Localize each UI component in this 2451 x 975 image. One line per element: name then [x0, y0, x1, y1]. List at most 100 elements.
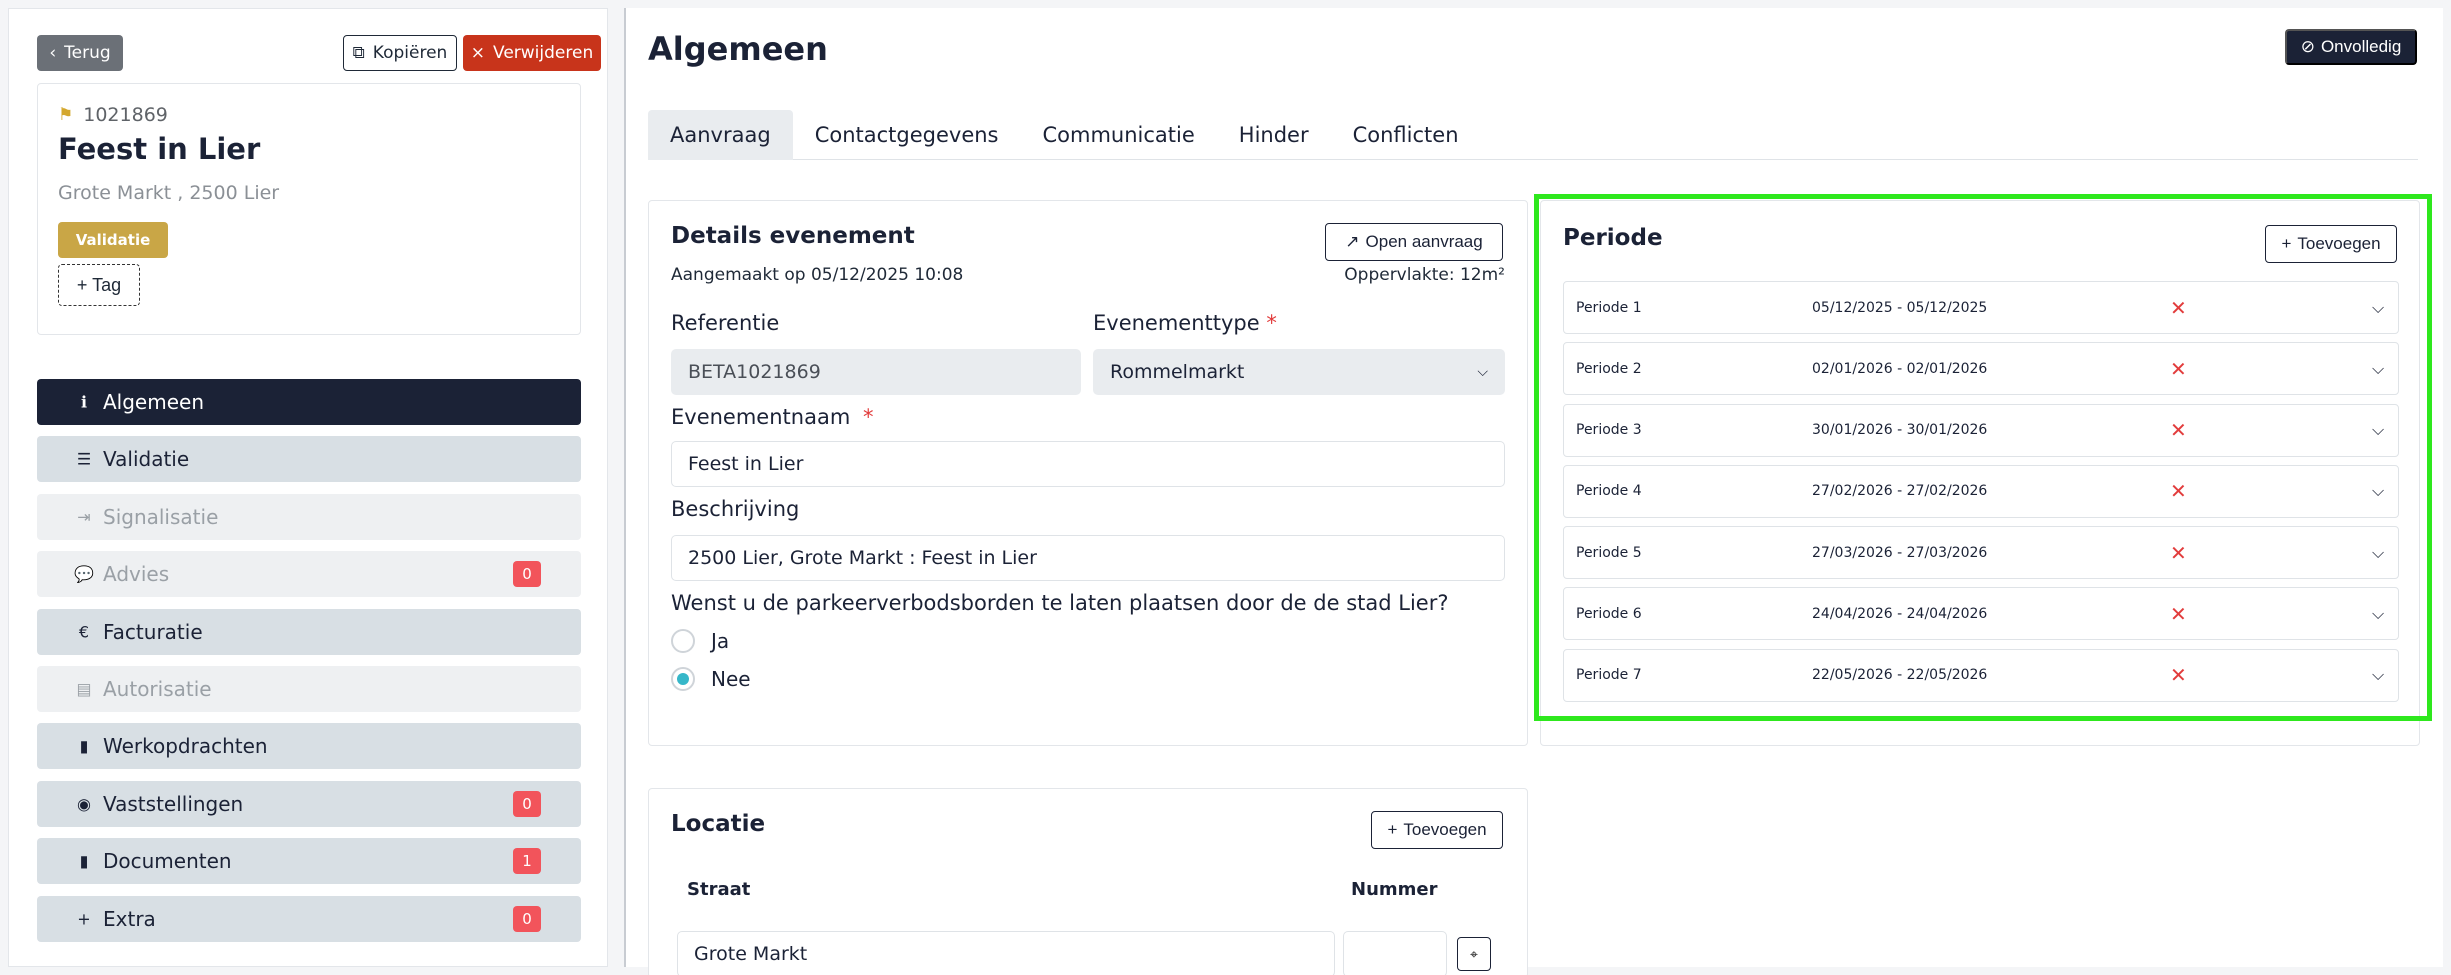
delete-icon[interactable]: ✕: [2170, 541, 2187, 565]
evenementtype-select[interactable]: Rommelmarkt ⌵: [1093, 349, 1505, 395]
radio-ja[interactable]: Ja: [671, 629, 729, 653]
delete-icon[interactable]: ✕: [2170, 357, 2187, 381]
details-card: Details evenement ↗ Open aanvraag Aangem…: [648, 200, 1528, 746]
evenementnaam-label: Evenementnaam *: [671, 405, 873, 429]
sidebar-item-label: Algemeen: [103, 390, 205, 414]
tab-hinder[interactable]: Hinder: [1217, 110, 1331, 160]
sidebar-item-advies[interactable]: 💬 Advies 0: [37, 551, 581, 598]
status-button[interactable]: ⊘ Onvolledig: [2285, 29, 2417, 65]
chevron-down-icon[interactable]: ⌵: [2372, 604, 2384, 624]
area-text: Oppervlakte: 12m²: [1344, 265, 1505, 285]
chevron-down-icon[interactable]: ⌵: [2372, 481, 2384, 501]
tab-aanvraag[interactable]: Aanvraag: [648, 110, 793, 160]
periode-name: Periode 7: [1576, 667, 1642, 684]
add-locatie-button[interactable]: + Toevoegen: [1371, 811, 1503, 849]
delete-icon[interactable]: ✕: [2170, 479, 2187, 503]
radio-ja-circle[interactable]: [671, 629, 695, 653]
sidebar-item-signalisatie[interactable]: ⇥ Signalisatie: [37, 493, 581, 540]
details-title: Details evenement: [671, 223, 915, 249]
tab-conflicten[interactable]: Conflicten: [1331, 110, 1481, 160]
evenementtype-label: Evenementtype *: [1093, 311, 1277, 335]
col-nummer: Nummer: [1351, 879, 1438, 900]
open-request-button[interactable]: ↗ Open aanvraag: [1325, 223, 1503, 261]
count-badge: 0: [513, 790, 541, 817]
required-mark: *: [1266, 311, 1277, 335]
crosshair-icon: ⌖: [1470, 945, 1478, 962]
plus-icon: +: [1387, 820, 1398, 839]
chevron-down-icon[interactable]: ⌵: [2372, 665, 2384, 685]
beschrijving-input[interactable]: 2500 Lier, Grote Markt : Feest in Lier: [671, 535, 1505, 581]
back-button[interactable]: ‹ Terug: [37, 35, 123, 71]
sidebar: ‹ Terug ⧉ Kopiëren × Verwijderen ⚑ 10218…: [8, 8, 608, 967]
tab-contactgegevens[interactable]: Contactgegevens: [793, 110, 1021, 160]
file-lock-icon: ▤: [76, 679, 92, 699]
sidebar-item-extra[interactable]: + Extra 0: [37, 895, 581, 942]
periode-name: Periode 6: [1576, 605, 1642, 622]
add-periode-button[interactable]: + Toevoegen: [2265, 225, 2397, 263]
locate-button[interactable]: ⌖: [1457, 937, 1491, 971]
flag-icon: ⚑: [58, 105, 74, 125]
delete-icon[interactable]: ✕: [2170, 296, 2187, 320]
sidebar-item-label: Autorisatie: [103, 676, 212, 701]
tab-communicatie[interactable]: Communicatie: [1021, 110, 1217, 160]
radio-nee[interactable]: Nee: [671, 667, 751, 691]
beschrijving-label: Beschrijving: [671, 497, 800, 521]
nummer-input[interactable]: [1343, 931, 1447, 975]
sidebar-item-vaststellingen[interactable]: ◉ Vaststellingen 0: [37, 780, 581, 827]
periode-row[interactable]: Periode 2 02/01/2026 - 02/01/2026 ✕ ⌵: [1563, 342, 2399, 396]
evenementnaam-input[interactable]: Feest in Lier: [671, 441, 1505, 487]
copy-button[interactable]: ⧉ Kopiëren: [343, 35, 457, 71]
chevron-down-icon[interactable]: ⌵: [2372, 298, 2384, 318]
radio-nee-circle[interactable]: [671, 667, 695, 691]
sidebar-item-autorisatie[interactable]: ▤ Autorisatie: [37, 665, 581, 712]
referentie-label: Referentie: [671, 311, 780, 335]
evenementtype-value: Rommelmarkt: [1110, 361, 1245, 383]
count-badge: 1: [513, 848, 541, 875]
chevron-down-icon[interactable]: ⌵: [2372, 359, 2384, 379]
delete-icon[interactable]: ✕: [2170, 418, 2187, 442]
sidebar-item-label: Facturatie: [103, 619, 203, 644]
periode-row[interactable]: Periode 5 27/03/2026 - 27/03/2026 ✕ ⌵: [1563, 526, 2399, 580]
sidebar-item-algemeen[interactable]: ℹ Algemeen: [37, 379, 581, 425]
add-tag-button[interactable]: + Tag: [58, 264, 140, 306]
sidebar-nav: ℹ Algemeen ☰ Validatie ⇥ Signalisatie 💬 Advies 0…: [37, 379, 581, 953]
sidebar-item-documenten[interactable]: ▮ Documenten 1: [37, 838, 581, 885]
col-straat: Straat: [687, 879, 751, 900]
open-request-label: Open aanvraag: [1365, 232, 1483, 251]
sidebar-item-label: Extra: [103, 906, 156, 931]
delete-icon[interactable]: ✕: [2170, 602, 2187, 626]
sidebar-item-validatie[interactable]: ☰ Validatie: [37, 436, 581, 483]
count-badge: 0: [513, 561, 541, 588]
chevron-left-icon: ‹: [49, 43, 57, 63]
periode-row[interactable]: Periode 6 24/04/2026 - 24/04/2026 ✕ ⌵: [1563, 587, 2399, 641]
comment-icon: 💬: [74, 564, 94, 584]
sidebar-item-label: Vaststellingen: [103, 791, 244, 816]
periode-row[interactable]: Periode 1 05/12/2025 - 05/12/2025 ✕ ⌵: [1563, 281, 2399, 334]
close-icon: ×: [470, 43, 486, 63]
required-mark: *: [862, 405, 874, 429]
periode-list: Periode 1 05/12/2025 - 05/12/2025 ✕ ⌵ Period…: [1563, 281, 2399, 710]
periode-name: Periode 4: [1576, 483, 1642, 500]
back-label: Terug: [64, 43, 111, 63]
radio-ja-label: Ja: [711, 629, 730, 653]
radio-nee-label: Nee: [711, 667, 751, 691]
periode-row[interactable]: Periode 4 27/02/2026 - 27/02/2026 ✕ ⌵: [1563, 464, 2399, 518]
straat-input[interactable]: Grote Markt: [677, 931, 1335, 975]
plus-icon: +: [2281, 234, 2292, 253]
sidebar-item-facturatie[interactable]: € Facturatie: [37, 608, 581, 655]
sidebar-item-label: Werkopdrachten: [103, 734, 268, 759]
periode-row[interactable]: Periode 3 30/01/2026 - 30/01/2026 ✕ ⌵: [1563, 403, 2399, 457]
sidebar-item-werkopdrachten[interactable]: ▮ Werkopdrachten: [37, 723, 581, 770]
add-locatie-label: Toevoegen: [1403, 820, 1487, 839]
chevron-down-icon[interactable]: ⌵: [2372, 543, 2384, 563]
delete-button[interactable]: × Verwijderen: [463, 35, 601, 71]
copy-label: Kopiëren: [372, 43, 448, 63]
document-icon: ▮: [79, 851, 89, 871]
chevron-down-icon[interactable]: ⌵: [2372, 420, 2384, 440]
periode-dates: 05/12/2025 - 05/12/2025: [1812, 299, 1988, 316]
locatie-card: Locatie + Toevoegen Straat Nummer Grote …: [648, 788, 1528, 975]
evenementtype-label-text: Evenementtype: [1093, 311, 1260, 335]
periode-name: Periode 2: [1576, 360, 1642, 377]
delete-icon[interactable]: ✕: [2170, 663, 2187, 687]
periode-row[interactable]: Periode 7 22/05/2026 - 22/05/2026 ✕ ⌵: [1563, 648, 2399, 702]
